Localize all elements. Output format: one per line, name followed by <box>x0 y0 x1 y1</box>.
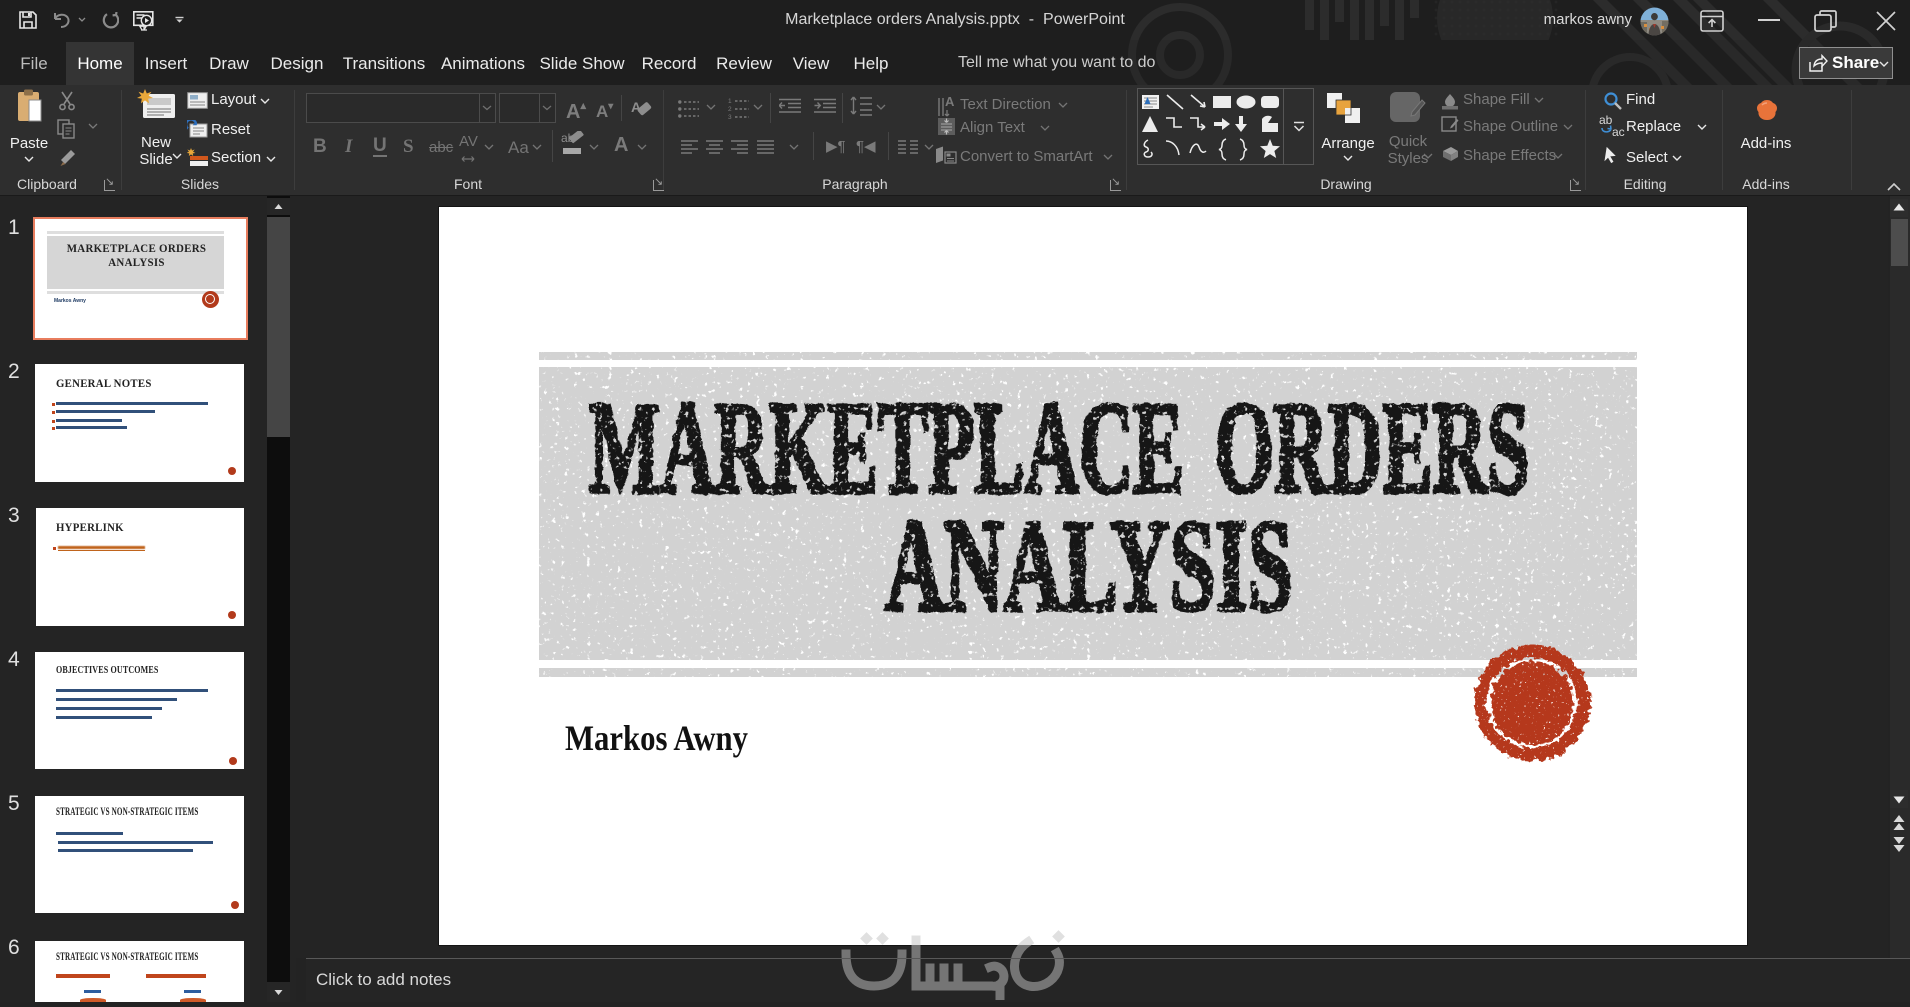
svg-text:ab: ab <box>1599 114 1613 127</box>
svg-text:A: A <box>945 96 955 109</box>
svg-text:ac: ac <box>1612 125 1625 138</box>
svg-text:Markos Awny: Markos Awny <box>565 718 748 758</box>
svg-text:3: 3 <box>728 114 732 120</box>
svg-text:2: 2 <box>728 106 732 113</box>
svg-text:ANALYSIS: ANALYSIS <box>885 492 1293 639</box>
svg-text:1: 1 <box>728 98 732 105</box>
